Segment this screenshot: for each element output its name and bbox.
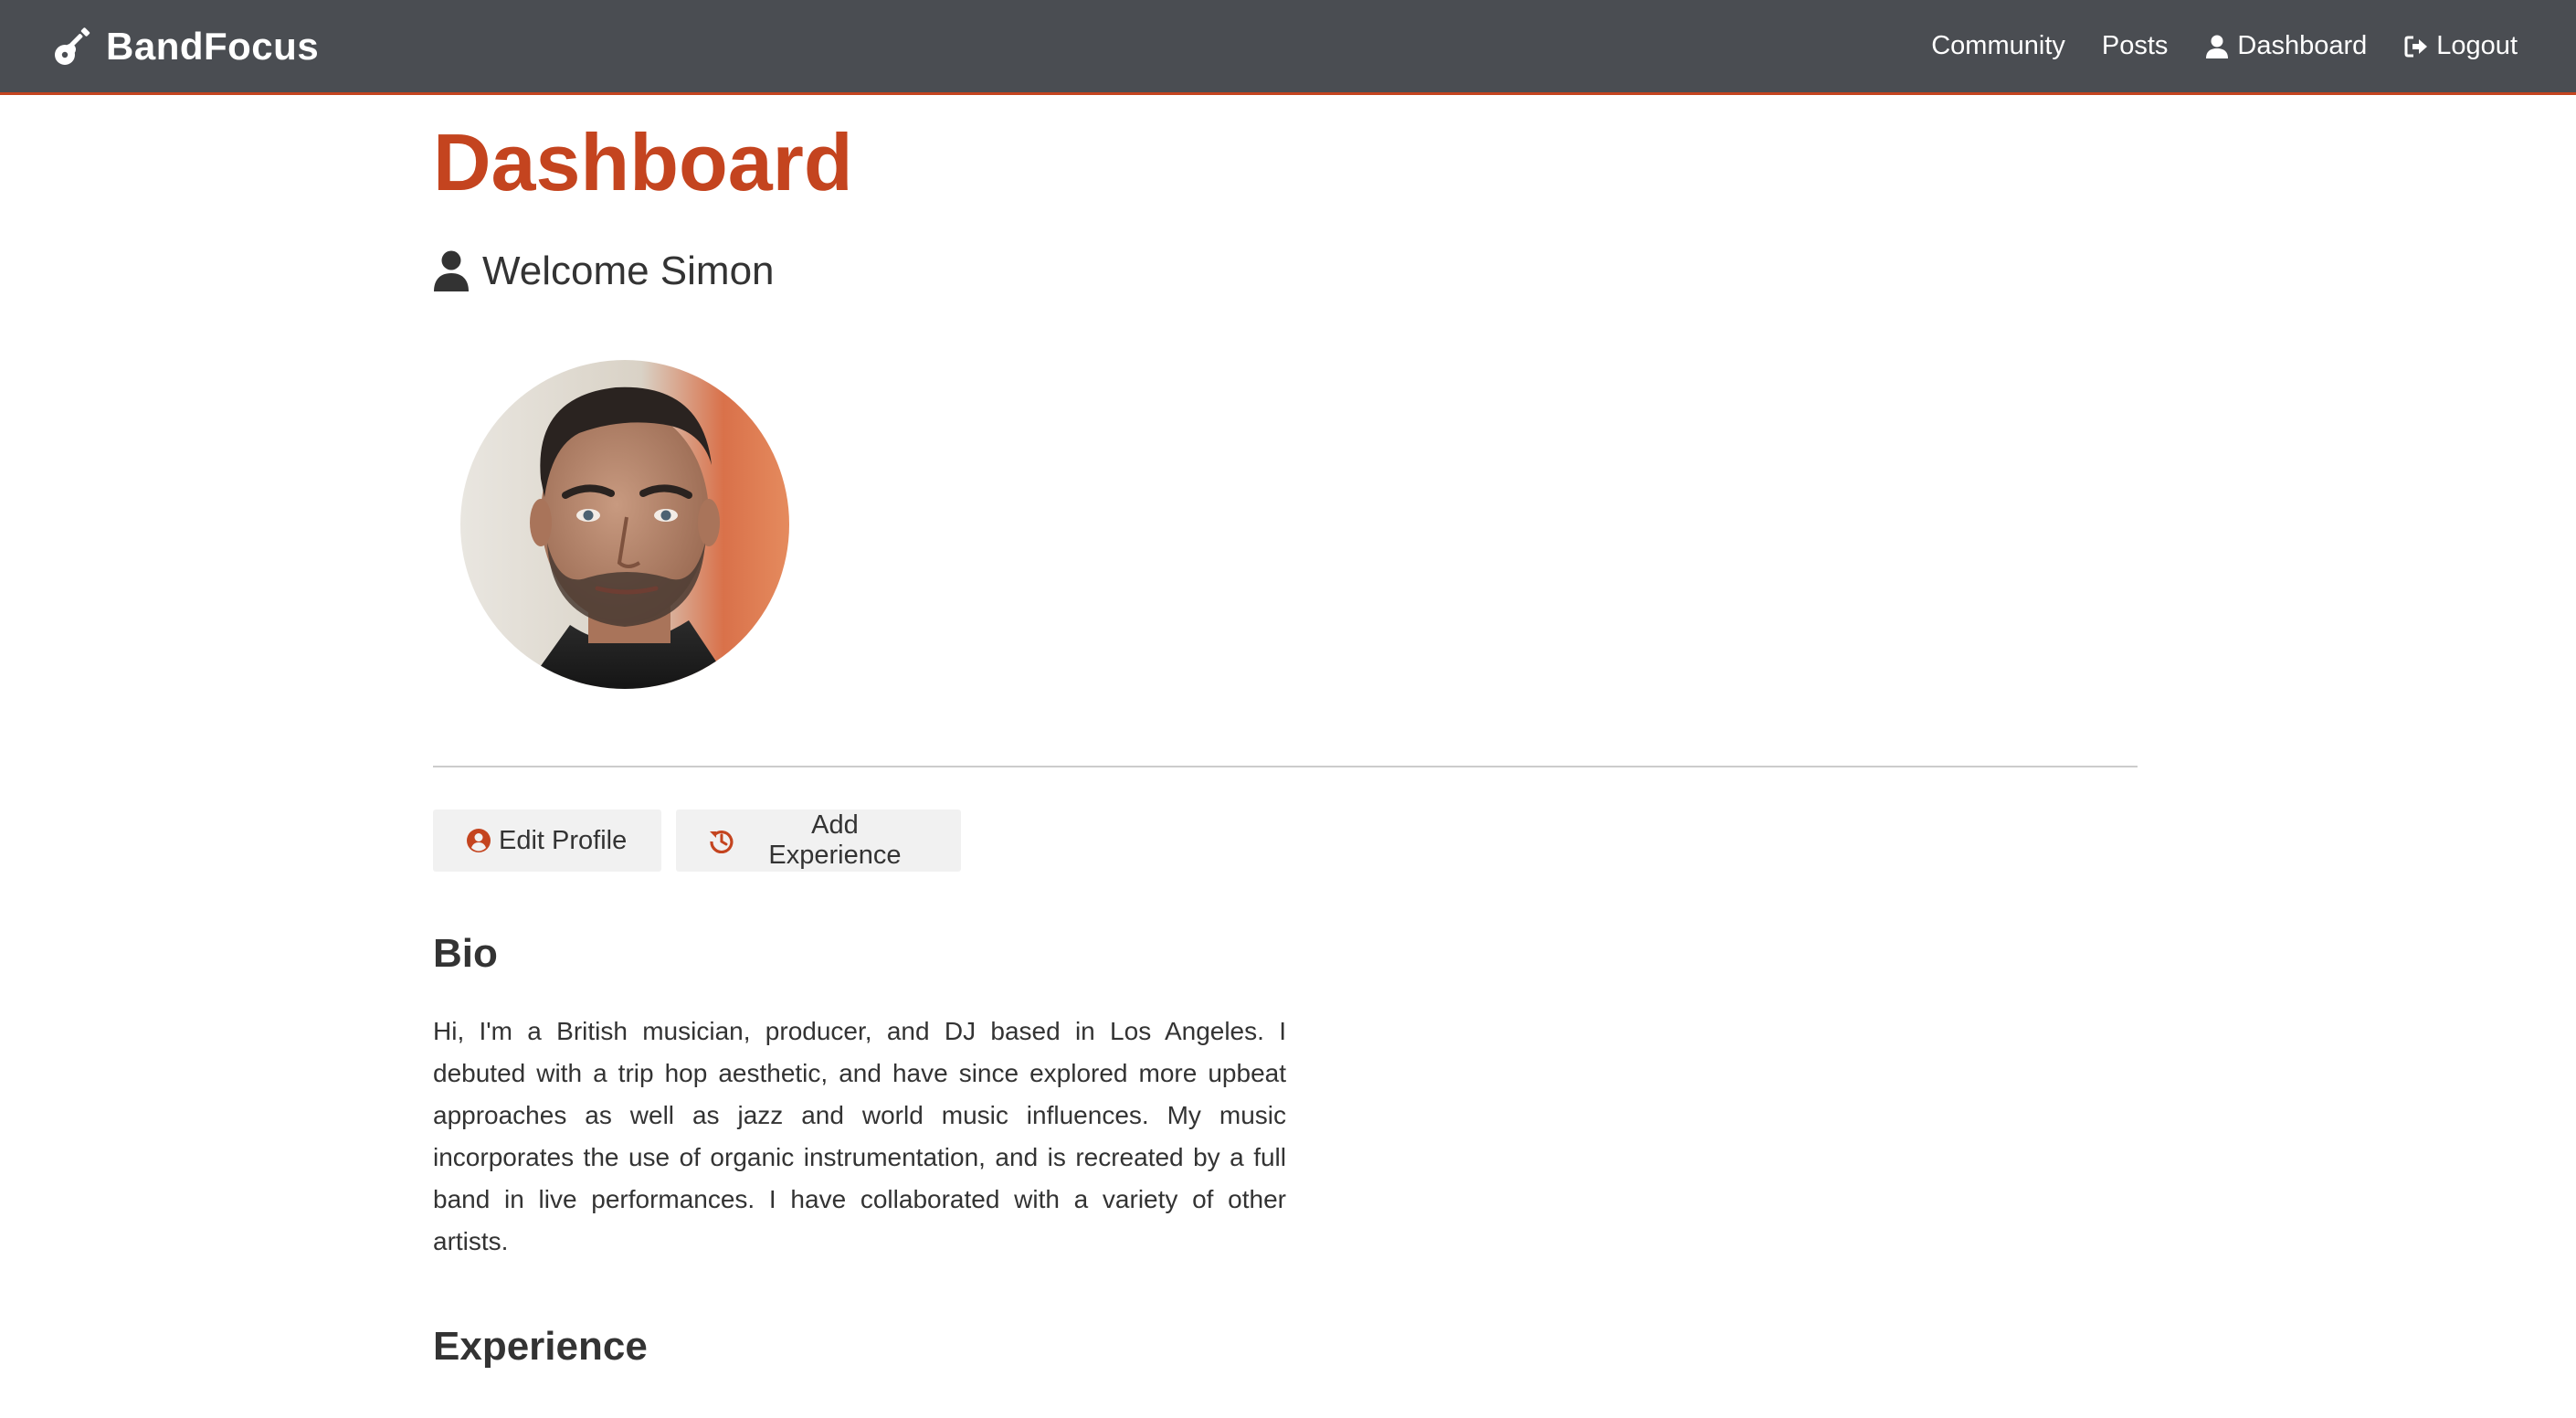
brand-name: BandFocus [106,24,320,68]
brand-link[interactable]: BandFocus [53,0,319,92]
user-icon [434,250,469,291]
navbar: BandFocus Community Posts Dashboard Logo… [0,0,2576,95]
sign-out-icon [2404,36,2428,57]
welcome-text: Welcome Simon [482,249,775,293]
add-experience-label: Add Experience [768,810,902,870]
nav-link-label: Logout [2436,31,2518,60]
nav-link-label: Community [1931,31,2065,60]
nav-links: Community Posts Dashboard Logout [1931,0,2518,92]
nav-link-community[interactable]: Community [1931,31,2065,61]
welcome-message: Welcome Simon [433,249,775,294]
guitar-icon [55,26,90,65]
nav-link-label: Posts [2101,31,2169,60]
divider [433,766,2138,767]
experience-heading: Experience [433,1324,648,1369]
dashboard-actions: Edit Profile Add Experience [433,810,961,872]
nav-link-dashboard[interactable]: Dashboard [2204,31,2367,61]
user-icon [2206,35,2229,58]
edit-profile-button[interactable]: Edit Profile [433,810,661,872]
avatar [460,360,789,689]
add-experience-button[interactable]: Add Experience [676,810,961,872]
nav-link-posts[interactable]: Posts [2102,31,2169,61]
bio-text: Hi, I'm a British musician, producer, an… [433,1017,1286,1255]
user-circle-icon [467,829,491,852]
history-icon [709,831,734,853]
bio-heading: Bio [433,931,498,976]
page-title: Dashboard [433,117,853,207]
nav-link-logout[interactable]: Logout [2403,31,2518,61]
nav-link-label: Dashboard [2237,31,2368,60]
edit-profile-label: Edit Profile [499,825,628,855]
